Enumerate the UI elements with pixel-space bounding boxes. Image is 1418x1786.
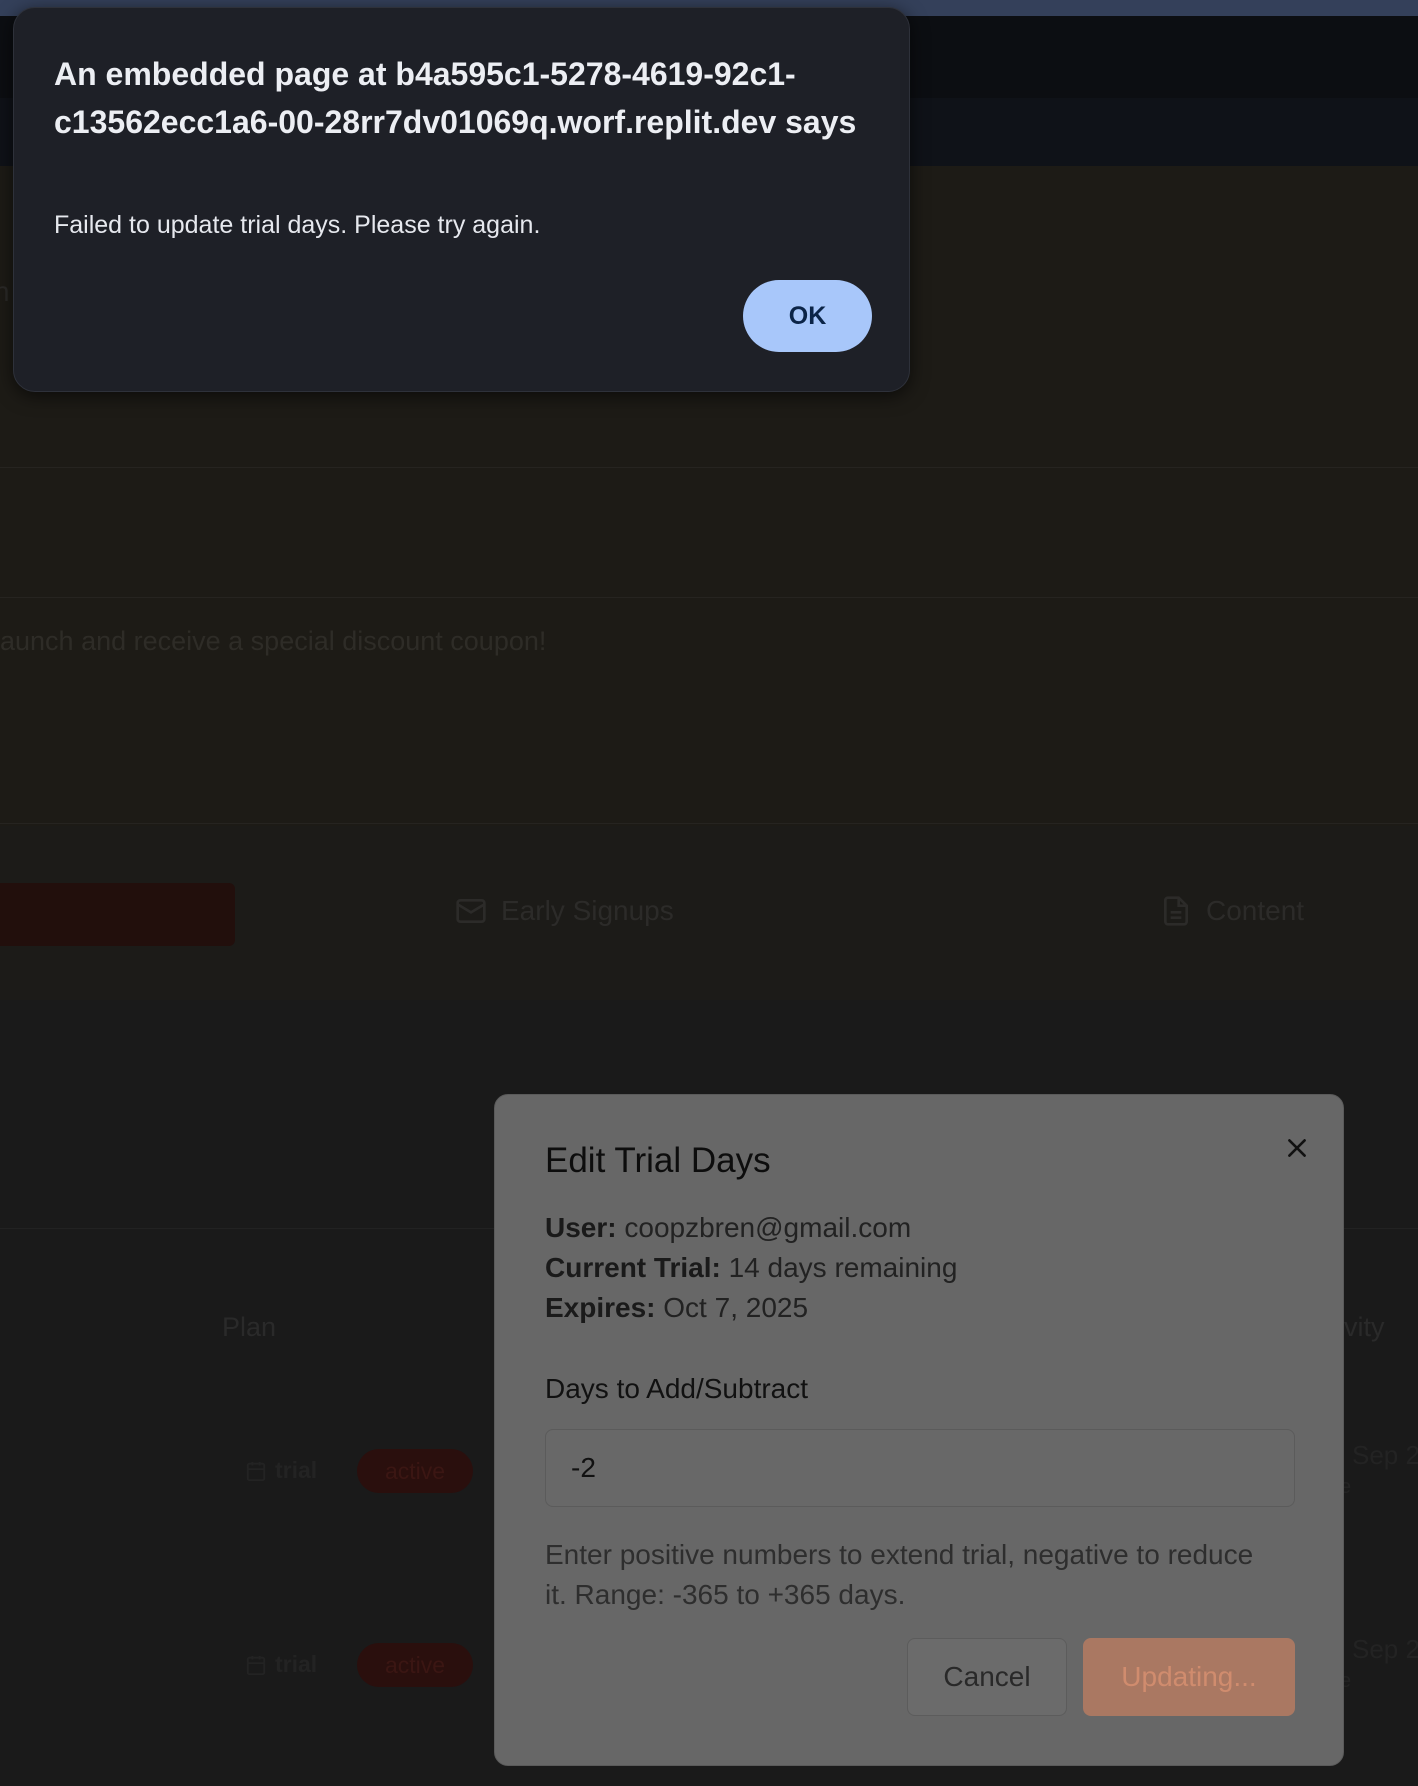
alert-title: An embedded page at b4a595c1-5278-4619-9…	[54, 56, 857, 140]
alert-message: Failed to update trial days. Please try …	[54, 211, 541, 239]
document-icon	[1164, 896, 1188, 926]
hero-text: aunch and receive a special discount cou…	[0, 626, 547, 656]
calendar-icon	[246, 1461, 266, 1481]
plan-label: trial	[275, 1651, 318, 1677]
ok-button[interactable]: OK	[743, 280, 872, 352]
divider	[0, 597, 1418, 598]
expires-value: Oct 7, 2025	[663, 1292, 809, 1323]
status-badge: active	[357, 1643, 473, 1687]
tab-early-signups[interactable]: Early Signups	[455, 895, 674, 927]
modal-title: Edit Trial Days	[545, 1141, 771, 1180]
days-input[interactable]	[545, 1429, 1295, 1507]
tab-label: Early Signups	[501, 895, 674, 926]
column-header-plan: Plan	[222, 1312, 277, 1342]
column-header-activity: vity	[1344, 1312, 1385, 1342]
browser-alert-dialog: An embedded page at b4a595c1-5278-4619-9…	[13, 7, 910, 392]
current-trial-label: Current Trial:	[545, 1252, 721, 1283]
tab-label: Content	[1206, 895, 1305, 926]
date-cell: Sep 2	[1352, 1440, 1418, 1470]
days-hint: Enter positive numbers to extend trial, …	[545, 1539, 1254, 1610]
plan-cell: trial	[245, 1651, 317, 1678]
update-button[interactable]: Updating...	[1083, 1638, 1295, 1716]
days-field-label: Days to Add/Subtract	[545, 1373, 809, 1404]
hero-heading-fragment: n	[0, 276, 10, 307]
user-email: coopzbren@gmail.com	[624, 1212, 912, 1243]
tab-content[interactable]: Content	[1160, 895, 1304, 927]
cancel-button[interactable]: Cancel	[907, 1638, 1067, 1716]
plan-label: trial	[275, 1457, 318, 1483]
date-cell: Sep 2	[1352, 1634, 1418, 1664]
current-trial-value: 14 days remaining	[728, 1252, 958, 1283]
close-icon[interactable]	[1280, 1131, 1314, 1165]
current-trial-info: Current Trial: 14 days remaining	[545, 1252, 957, 1284]
expires-info: Expires: Oct 7, 2025	[545, 1292, 808, 1324]
tab-active[interactable]	[0, 883, 235, 946]
calendar-icon	[246, 1655, 266, 1675]
divider	[0, 467, 1418, 468]
plan-cell: trial	[245, 1457, 317, 1484]
status-badge: active	[357, 1449, 473, 1493]
mail-icon	[456, 899, 486, 923]
edit-trial-days-modal: Edit Trial Days User: coopzbren@gmail.co…	[494, 1094, 1344, 1766]
user-info: User: coopzbren@gmail.com	[545, 1212, 911, 1244]
expires-label: Expires:	[545, 1292, 656, 1323]
user-label: User:	[545, 1212, 617, 1243]
divider	[0, 823, 1418, 824]
